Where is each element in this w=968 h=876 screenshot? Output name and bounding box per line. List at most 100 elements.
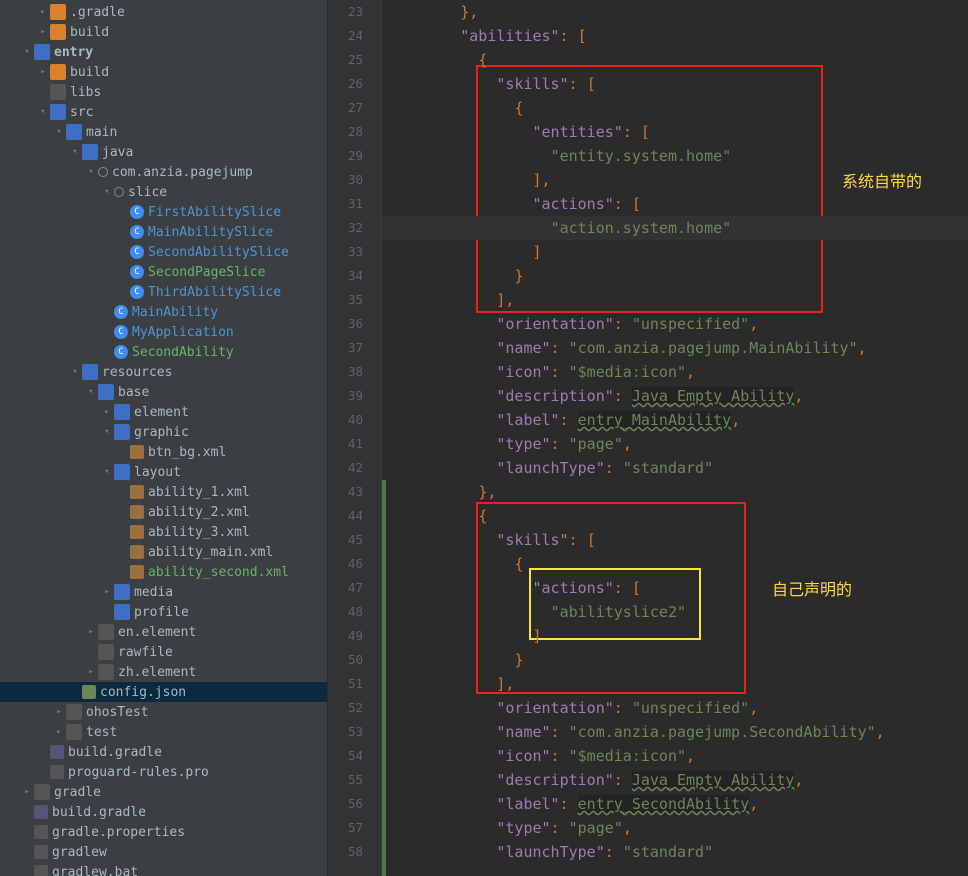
tree-item[interactable]: ability_second.xml: [0, 562, 327, 582]
tree-item[interactable]: ▸ohosTest: [0, 702, 327, 722]
chevron-down-icon[interactable]: ▾: [70, 367, 80, 377]
code-line[interactable]: ],: [382, 672, 968, 696]
tree-item[interactable]: ▸media: [0, 582, 327, 602]
tree-item[interactable]: CFirstAbilitySlice: [0, 202, 327, 222]
tree-item[interactable]: config.json: [0, 682, 327, 702]
tree-item[interactable]: ▾com.anzia.pagejump: [0, 162, 327, 182]
tree-item[interactable]: gradlew: [0, 842, 327, 862]
code-line[interactable]: ],: [382, 288, 968, 312]
tree-item[interactable]: gradle.properties: [0, 822, 327, 842]
chevron-down-icon[interactable]: ▾: [102, 467, 112, 477]
code-line[interactable]: "actions": [: [382, 576, 968, 600]
tree-item[interactable]: gradlew.bat: [0, 862, 327, 876]
tree-item[interactable]: ability_1.xml: [0, 482, 327, 502]
code-line[interactable]: },: [382, 0, 968, 24]
code-line[interactable]: }: [382, 264, 968, 288]
tree-item[interactable]: ability_3.xml: [0, 522, 327, 542]
chevron-right-icon[interactable]: ▸: [102, 587, 112, 597]
tree-item[interactable]: ▸en.element: [0, 622, 327, 642]
tree-item[interactable]: CMainAbility: [0, 302, 327, 322]
code-line[interactable]: "orientation": "unspecified",: [382, 312, 968, 336]
code-line[interactable]: ]: [382, 240, 968, 264]
tree-item[interactable]: CSecondAbilitySlice: [0, 242, 327, 262]
code-line[interactable]: "action.system.home": [382, 216, 968, 240]
tree-item[interactable]: ▾base: [0, 382, 327, 402]
tree-item[interactable]: ▾slice: [0, 182, 327, 202]
tree-item[interactable]: libs: [0, 82, 327, 102]
code-line[interactable]: "description": Java_Empty Ability,: [382, 768, 968, 792]
project-tree[interactable]: ▸.gradle▸build▾entry▸buildlibs▾src▾main▾…: [0, 0, 328, 876]
code-line[interactable]: "abilityslice2": [382, 600, 968, 624]
tree-item[interactable]: ▾entry: [0, 42, 327, 62]
code-line[interactable]: "type": "page",: [382, 816, 968, 840]
tree-item[interactable]: btn_bg.xml: [0, 442, 327, 462]
chevron-right-icon[interactable]: ▸: [86, 627, 96, 637]
code-line[interactable]: {: [382, 96, 968, 120]
editor-code[interactable]: 系统自带的 自己声明的 }, "abilities": [ { "skills"…: [382, 0, 968, 876]
tree-item[interactable]: ▾layout: [0, 462, 327, 482]
code-line[interactable]: "icon": "$media:icon",: [382, 360, 968, 384]
tree-item[interactable]: CSecondPageSlice: [0, 262, 327, 282]
tree-item[interactable]: ▾graphic: [0, 422, 327, 442]
chevron-down-icon[interactable]: ▾: [102, 187, 112, 197]
code-line[interactable]: }: [382, 648, 968, 672]
code-line[interactable]: "abilities": [: [382, 24, 968, 48]
tree-item[interactable]: ▾resources: [0, 362, 327, 382]
chevron-right-icon[interactable]: ▸: [102, 407, 112, 417]
tree-item[interactable]: CMainAbilitySlice: [0, 222, 327, 242]
chevron-right-icon[interactable]: ▸: [38, 27, 48, 37]
chevron-down-icon[interactable]: ▾: [70, 147, 80, 157]
tree-item[interactable]: CMyApplication: [0, 322, 327, 342]
chevron-down-icon[interactable]: ▾: [102, 427, 112, 437]
tree-item[interactable]: ▾src: [0, 102, 327, 122]
tree-item[interactable]: ▸build: [0, 22, 327, 42]
tree-item[interactable]: build.gradle: [0, 802, 327, 822]
code-line[interactable]: {: [382, 504, 968, 528]
tree-item[interactable]: rawfile: [0, 642, 327, 662]
code-line[interactable]: "name": "com.anzia.pagejump.SecondAbilit…: [382, 720, 968, 744]
chevron-down-icon[interactable]: ▾: [38, 107, 48, 117]
chevron-right-icon[interactable]: ▸: [38, 67, 48, 77]
code-line[interactable]: "orientation": "unspecified",: [382, 696, 968, 720]
chevron-right-icon[interactable]: ▸: [38, 7, 48, 17]
tree-item[interactable]: profile: [0, 602, 327, 622]
code-line[interactable]: "skills": [: [382, 72, 968, 96]
tree-item[interactable]: ▾main: [0, 122, 327, 142]
tree-item[interactable]: ▸element: [0, 402, 327, 422]
tree-item[interactable]: ability_main.xml: [0, 542, 327, 562]
code-line[interactable]: "launchType": "standard": [382, 840, 968, 864]
tree-item[interactable]: proguard-rules.pro: [0, 762, 327, 782]
code-line[interactable]: "label": entry_SecondAbility,: [382, 792, 968, 816]
chevron-down-icon[interactable]: ▾: [86, 167, 96, 177]
chevron-down-icon[interactable]: ▾: [22, 47, 32, 57]
tree-item[interactable]: ▸build: [0, 62, 327, 82]
tree-item[interactable]: ▸test: [0, 722, 327, 742]
code-line[interactable]: },: [382, 480, 968, 504]
code-line[interactable]: {: [382, 552, 968, 576]
code-line[interactable]: "launchType": "standard": [382, 456, 968, 480]
tree-item[interactable]: CThirdAbilitySlice: [0, 282, 327, 302]
tree-item[interactable]: ability_2.xml: [0, 502, 327, 522]
chevron-down-icon[interactable]: ▾: [86, 387, 96, 397]
code-line[interactable]: "description": Java_Empty Ability,: [382, 384, 968, 408]
code-line[interactable]: {: [382, 48, 968, 72]
code-line[interactable]: "label": entry_MainAbility,: [382, 408, 968, 432]
code-line[interactable]: "name": "com.anzia.pagejump.MainAbility"…: [382, 336, 968, 360]
tree-item[interactable]: CSecondAbility: [0, 342, 327, 362]
code-line[interactable]: "icon": "$media:icon",: [382, 744, 968, 768]
chevron-right-icon[interactable]: ▸: [86, 667, 96, 677]
chevron-right-icon[interactable]: ▸: [54, 707, 64, 717]
tree-item[interactable]: build.gradle: [0, 742, 327, 762]
code-line[interactable]: "type": "page",: [382, 432, 968, 456]
chevron-right-icon[interactable]: ▸: [54, 727, 64, 737]
tree-item[interactable]: ▸zh.element: [0, 662, 327, 682]
chevron-down-icon[interactable]: ▾: [54, 127, 64, 137]
tree-item[interactable]: ▸.gradle: [0, 2, 327, 22]
code-line[interactable]: "entities": [: [382, 120, 968, 144]
tree-item[interactable]: ▾java: [0, 142, 327, 162]
tree-item[interactable]: ▸gradle: [0, 782, 327, 802]
code-line[interactable]: "actions": [: [382, 192, 968, 216]
code-line[interactable]: ]: [382, 624, 968, 648]
chevron-right-icon[interactable]: ▸: [22, 787, 32, 797]
code-line[interactable]: "entity.system.home": [382, 144, 968, 168]
